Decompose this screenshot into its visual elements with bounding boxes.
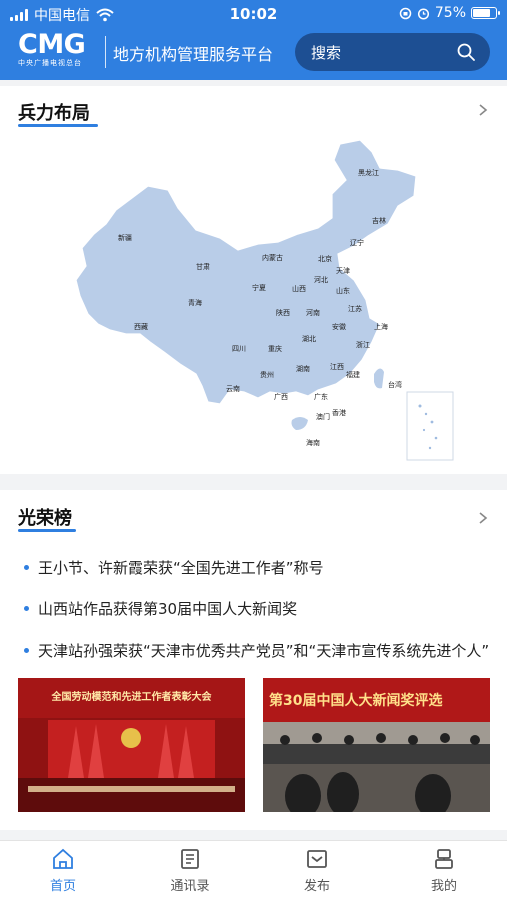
tab-contacts[interactable]: 通讯录 xyxy=(140,847,240,894)
map-label-province[interactable]: 西藏 xyxy=(134,322,148,332)
honors-title-underline xyxy=(18,529,76,532)
map-label-province[interactable]: 河南 xyxy=(306,308,320,318)
map-label-province[interactable]: 四川 xyxy=(232,344,246,354)
publish-icon xyxy=(307,850,327,868)
china-map[interactable]: 黑龙江吉林新疆辽宁内蒙古 北京 天津 甘肃河北宁夏 山西 山东青海陕西 河南 江苏西藏 安徽 上海… xyxy=(70,138,460,468)
map-label-province[interactable]: 陕西 xyxy=(276,308,290,318)
deployment-title-underline xyxy=(18,124,98,127)
battery-percent: 75% xyxy=(434,5,466,21)
map-label-province[interactable]: 台湾 xyxy=(388,380,402,390)
map-label-province[interactable]: 浙江 xyxy=(356,340,370,350)
honor-photo-1[interactable]: 全国劳动模范和先进工作者表彰大会 xyxy=(18,678,245,812)
tab-publish[interactable]: 发布 xyxy=(267,847,367,894)
profile-icon xyxy=(435,849,453,869)
app-header: 中国电信 10:02 75% CMG 中央广播电视总台 地方机构管理服务平台 搜… xyxy=(0,0,507,80)
map-label-province[interactable]: 山东 xyxy=(336,286,350,296)
map-label-province[interactable]: 海南 xyxy=(306,438,320,448)
logo-divider xyxy=(105,36,106,68)
map-label-province[interactable]: 辽宁 xyxy=(350,238,364,248)
honors-card: 光荣榜 王小节、许新霞荣获“全国先进工作者”称号 山西站作品获得第30届中国人大… xyxy=(0,490,507,830)
tab-home[interactable]: 首页 xyxy=(13,847,113,894)
map-label-province[interactable]: 澳门 xyxy=(316,412,330,422)
map-label-province[interactable]: 上海 xyxy=(374,322,388,332)
map-label-province[interactable]: 青海 xyxy=(188,298,202,308)
search-bar[interactable]: 搜索 xyxy=(295,33,490,71)
deployment-card: 兵力布局 黑龙江吉林新疆辽宁内蒙古 北京 天津 甘肃河北宁夏 山西 山东青海陕西 河南 江苏西… xyxy=(0,86,507,474)
map-label-province[interactable]: 云南 xyxy=(226,384,240,394)
bottom-tab-bar: 首页 通讯录 发布 我的 xyxy=(0,840,507,900)
honor-item-1[interactable]: 王小节、许新霞荣获“全国先进工作者”称号 xyxy=(18,557,493,578)
china-map-shape xyxy=(75,139,454,461)
honor-item-3[interactable]: 天津站孙强荣获“天津市优秀共产党员”和“天津市宣传系统先进个人” xyxy=(18,640,493,661)
logo-text: CMG xyxy=(18,29,86,60)
contacts-icon xyxy=(181,849,199,869)
tab-publish-label: 发布 xyxy=(303,879,330,894)
map-label-province[interactable]: 福建 xyxy=(346,370,360,380)
deployment-title: 兵力布局 xyxy=(18,103,90,124)
map-label-province[interactable]: 广西 xyxy=(274,392,288,402)
battery-icon xyxy=(471,7,500,19)
map-label-province[interactable]: 江西 xyxy=(330,362,344,372)
photo1-caption: 全国劳动模范和先进工作者表彰大会 xyxy=(51,692,212,703)
tab-profile[interactable]: 我的 xyxy=(394,847,494,894)
map-label-province[interactable]: 天津 xyxy=(336,266,350,276)
map-label-province[interactable]: 黑龙江 xyxy=(358,168,379,178)
map-label-province[interactable]: 湖南 xyxy=(296,364,310,374)
photo2-caption: 第30届中国人大新闻奖评选 xyxy=(269,693,443,709)
honor-photo-2[interactable]: 第30届中国人大新闻奖评选 xyxy=(263,678,490,812)
map-label-province[interactable]: 甘肃 xyxy=(196,262,210,272)
tab-contacts-label: 通讯录 xyxy=(170,879,210,894)
platform-title: 地方机构管理服务平台 xyxy=(113,45,274,64)
tab-profile-label: 我的 xyxy=(430,879,457,894)
orientation-lock-icon xyxy=(399,7,412,19)
deployment-more-chevron-icon[interactable] xyxy=(477,104,489,116)
map-label-province[interactable]: 河北 xyxy=(314,275,328,285)
search-placeholder: 搜索 xyxy=(311,44,342,62)
map-label-province[interactable]: 江苏 xyxy=(348,304,362,314)
honors-title: 光荣榜 xyxy=(18,508,72,529)
home-icon xyxy=(53,848,73,869)
status-bar: 中国电信 10:02 75% xyxy=(0,0,507,28)
map-label-province[interactable]: 湖北 xyxy=(302,334,316,344)
cmg-logo: CMG 中央广播电视总台 xyxy=(18,29,86,68)
map-label-province[interactable]: 内蒙古 xyxy=(262,253,283,263)
map-label-province[interactable]: 北京 xyxy=(318,254,332,264)
map-label-province[interactable]: 吉林 xyxy=(372,216,386,226)
tab-home-label: 首页 xyxy=(49,879,76,894)
map-label-province[interactable]: 贵州 xyxy=(260,370,274,380)
map-label-province[interactable]: 重庆 xyxy=(268,344,282,354)
map-label-province[interactable]: 香港 xyxy=(332,408,346,418)
map-label-province[interactable]: 广东 xyxy=(314,392,328,402)
map-label-province[interactable]: 新疆 xyxy=(118,233,132,243)
map-label-province[interactable]: 山西 xyxy=(292,284,306,294)
honors-more-chevron-icon[interactable] xyxy=(477,512,489,524)
search-icon[interactable] xyxy=(456,42,476,62)
logo-subtitle: 中央广播电视总台 xyxy=(18,59,82,67)
alarm-icon xyxy=(417,7,429,20)
map-label-province[interactable]: 安徽 xyxy=(332,322,346,332)
map-label-province[interactable]: 宁夏 xyxy=(252,283,266,293)
honor-item-2[interactable]: 山西站作品获得第30届中国人大新闻奖 xyxy=(18,598,493,619)
